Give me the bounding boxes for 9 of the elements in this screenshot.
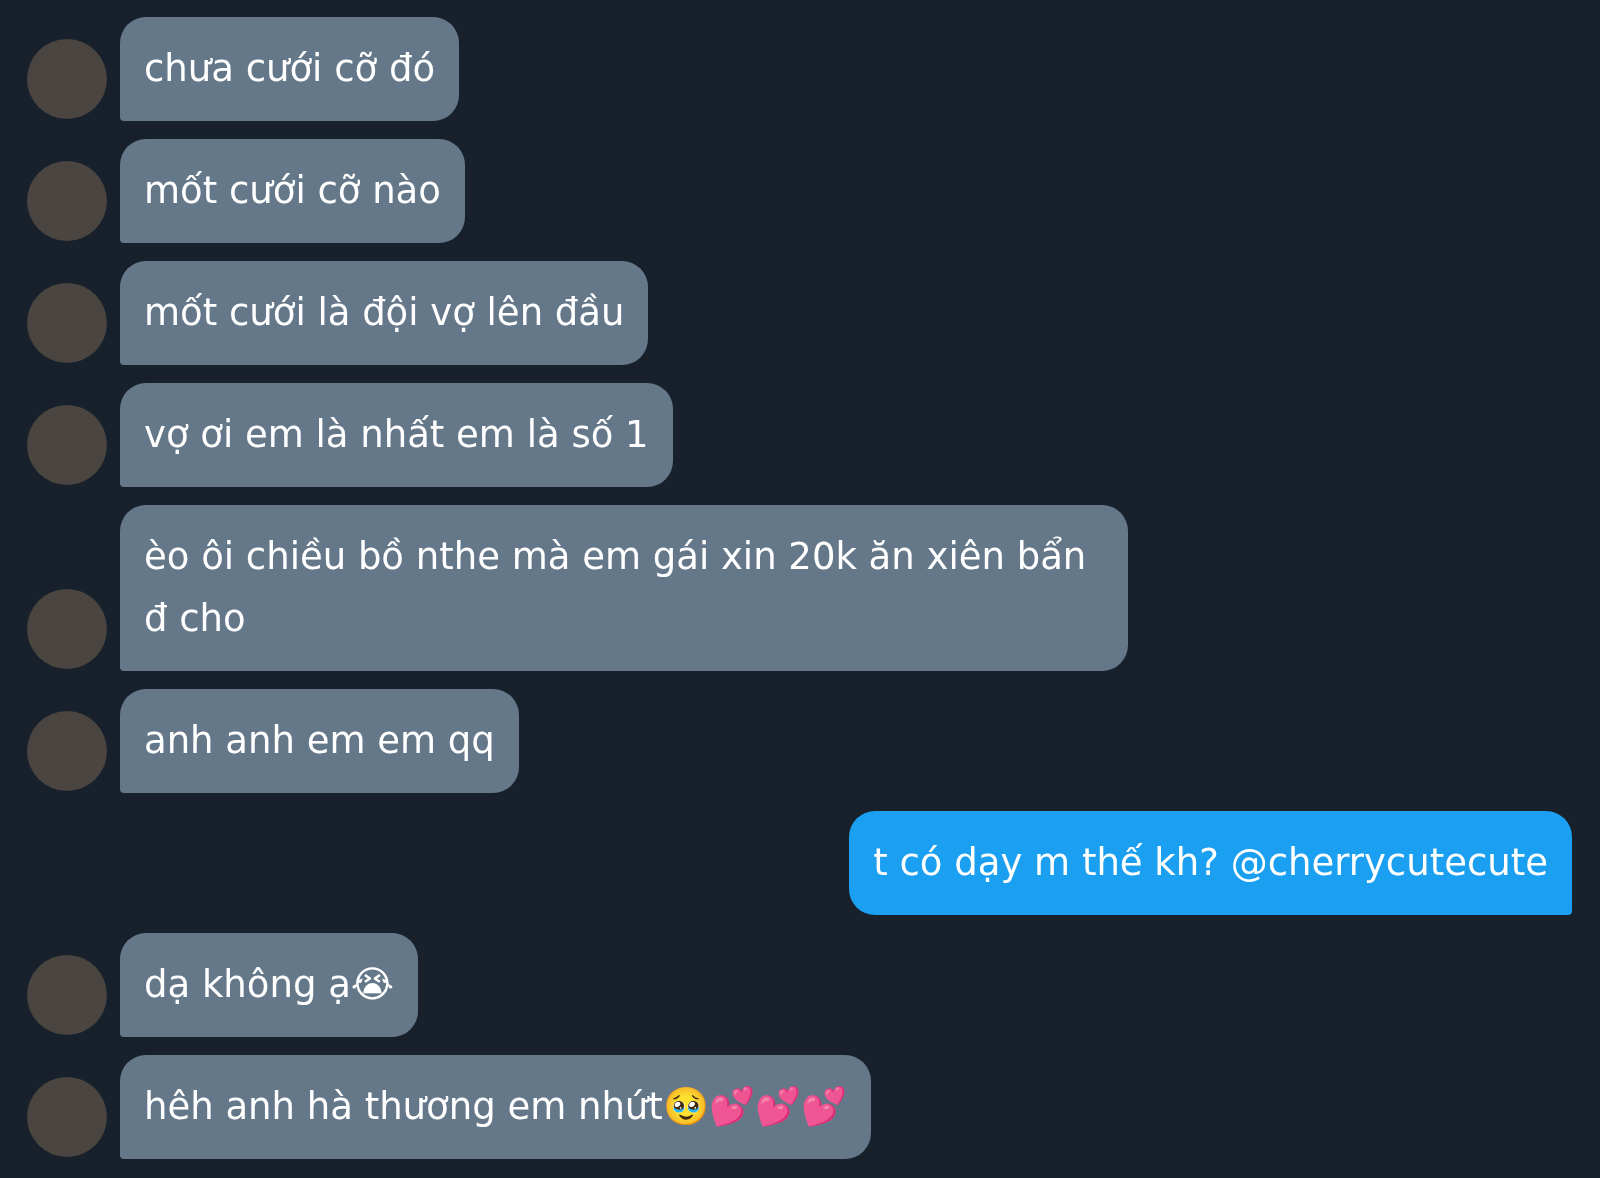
incoming-message: chưa cưới cỡ đó [120,17,459,121]
incoming-message: mốt cưới cỡ nào [120,139,465,243]
incoming-message: èo ôi chiều bồ nthe mà em gái xin 20k ăn xiên bẩn đ cho [120,505,1128,671]
incoming-message: anh anh em em qq [120,689,519,793]
incoming-message: vợ ơi em là nhất em là số 1 [120,383,673,487]
incoming-message: hêh anh hà thương em nhứt🥹💕💕💕 [120,1055,871,1159]
incoming-message: dạ không ạ😭 [120,933,419,1037]
incoming-message: mốt cưới là đội vợ lên đầu [120,261,649,365]
outgoing-message: t có dạy m thế kh? @cherrycutecute [849,811,1572,915]
